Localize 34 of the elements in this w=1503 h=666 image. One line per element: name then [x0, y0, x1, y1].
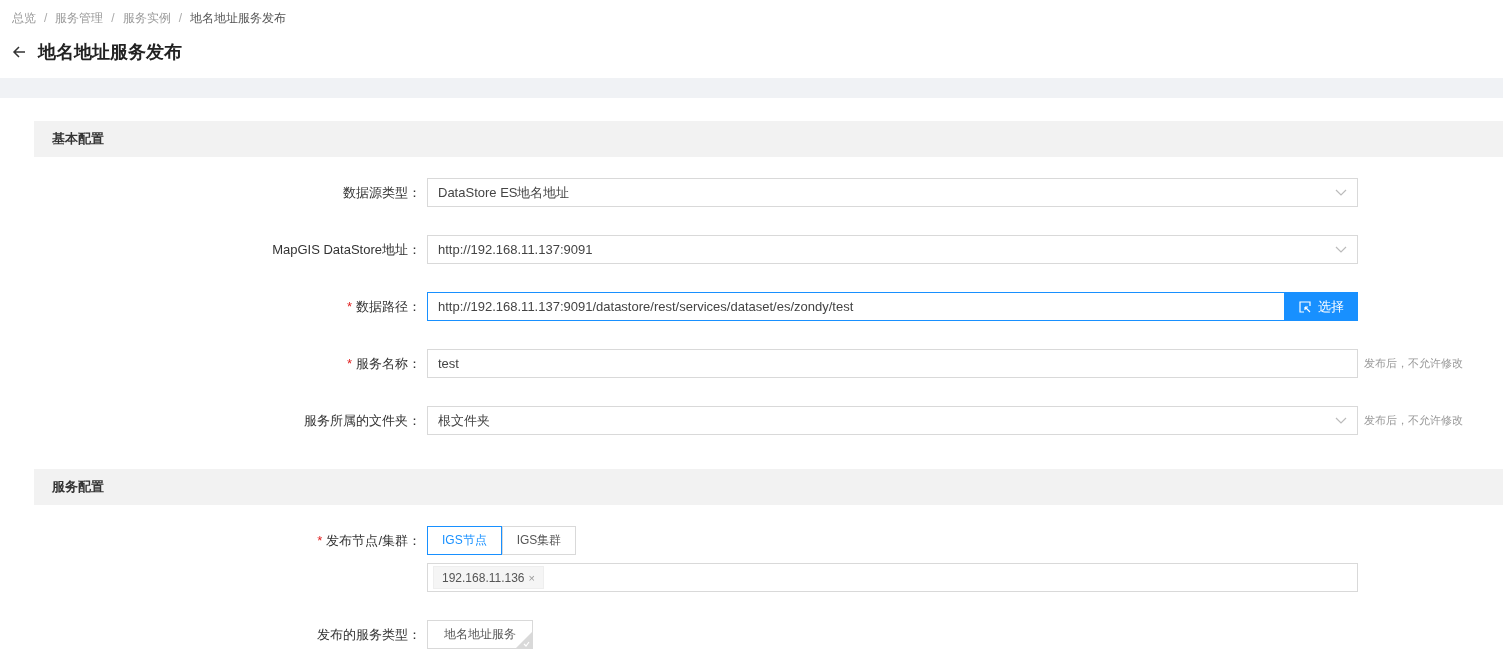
select-field[interactable]: 根文件夹	[427, 406, 1358, 435]
service-type-card[interactable]: 地名地址服务	[427, 620, 533, 649]
breadcrumb-separator: /	[178, 11, 183, 25]
field-label: * 发布节点/集群：	[316, 532, 422, 550]
select-field[interactable]: DataStore ES地名地址	[427, 178, 1358, 207]
field-label: 发布的服务类型：	[316, 626, 422, 644]
field-label: * 数据路径：	[345, 298, 422, 316]
chevron-down-icon	[1335, 245, 1347, 254]
chevron-down-icon	[1335, 416, 1347, 425]
input-field[interactable]: http://192.168.11.137:9091/datastore/rest/services/dataset/es/zondy/test	[427, 292, 1285, 321]
section-header: 服务配置	[34, 469, 1503, 505]
input-field[interactable]: test	[427, 349, 1358, 378]
field-note: 发布后，不允许修改	[1364, 413, 1463, 428]
required-mark: *	[346, 299, 352, 314]
field-note: 发布后，不允许修改	[1364, 356, 1463, 371]
cursor-box-icon	[1299, 300, 1311, 313]
check-corner-icon	[516, 632, 532, 648]
field-label: MapGIS DataStore地址：	[271, 241, 422, 259]
segment-tab[interactable]: IGS集群	[501, 526, 577, 555]
breadcrumb-item: 地名地址服务发布	[190, 9, 287, 27]
select-field[interactable]: http://192.168.11.137:9091	[427, 235, 1358, 264]
tag-input-field[interactable]: 192.168.11.136 ×	[427, 563, 1358, 592]
page-title: 地名地址服务发布	[38, 41, 182, 64]
breadcrumb-separator: /	[44, 11, 48, 25]
breadcrumb-separator: /	[111, 11, 115, 25]
required-mark: *	[346, 356, 352, 371]
field-label: 服务所属的文件夹：	[303, 412, 422, 430]
required-mark: *	[317, 533, 323, 548]
field-label: 数据源类型：	[342, 184, 422, 202]
field-label: * 服务名称：	[345, 355, 422, 373]
section-header: 基本配置	[34, 121, 1503, 157]
chevron-down-icon	[1335, 188, 1347, 197]
back-arrow-icon[interactable]	[12, 45, 26, 59]
node-tag: 192.168.11.136 ×	[433, 566, 544, 589]
